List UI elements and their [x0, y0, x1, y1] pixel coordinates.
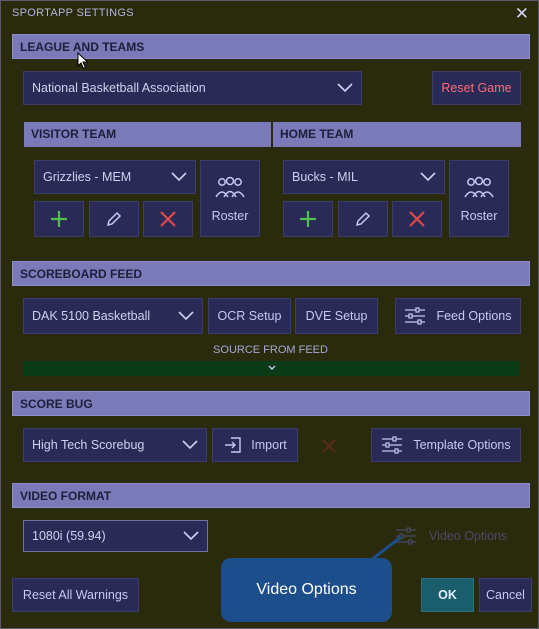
ok-button[interactable]: OK	[421, 578, 474, 612]
tooltip-text: Video Options	[256, 581, 357, 598]
feed-dropdown[interactable]: DAK 5100 Basketball	[23, 298, 203, 334]
chevron-down-icon	[420, 172, 436, 182]
home-team-dropdown[interactable]: Bucks - MIL	[283, 160, 445, 194]
video-options-button[interactable]: Video Options	[395, 525, 521, 547]
roster-icon	[464, 176, 494, 197]
feed-options-button[interactable]: Feed Options	[395, 298, 521, 334]
reset-all-warnings-button[interactable]: Reset All Warnings	[12, 578, 139, 612]
visitor-edit-button[interactable]	[89, 201, 139, 237]
window-title: SPORTAPP SETTINGS	[12, 7, 134, 19]
feed-options-label: Feed Options	[436, 309, 512, 323]
home-roster-label: Roster	[460, 208, 498, 223]
chevron-down-icon	[268, 365, 276, 370]
delete-x-icon	[160, 211, 176, 227]
home-team-value: Bucks - MIL	[292, 170, 358, 184]
ocr-setup-button[interactable]: OCR Setup	[208, 298, 291, 334]
league-dropdown[interactable]: National Basketball Association	[23, 71, 362, 105]
scorebug-dropdown-value: High Tech Scorebug	[32, 438, 145, 452]
reset-game-button[interactable]: Reset Game	[432, 71, 521, 105]
home-edit-button[interactable]	[338, 201, 388, 237]
video-options-label: Video Options	[429, 529, 508, 543]
mouse-cursor-icon	[77, 52, 89, 70]
visitor-add-button[interactable]	[34, 201, 84, 237]
video-format-dropdown[interactable]: 1080i (59.94)	[23, 520, 208, 552]
sliders-icon	[382, 436, 403, 454]
chevron-down-icon	[183, 531, 199, 541]
import-icon	[225, 437, 241, 453]
settings-window: SPORTAPP SETTINGS ✕ LEAGUE AND TEAMS Nat…	[0, 0, 539, 629]
section-score-bug: SCORE BUG	[12, 391, 530, 416]
import-button[interactable]: Import	[212, 428, 298, 462]
visitor-roster-button[interactable]: Roster	[200, 160, 260, 237]
chevron-down-icon	[337, 83, 353, 93]
dve-setup-button[interactable]: DVE Setup	[295, 298, 378, 334]
source-from-feed-label: SOURCE FROM FEED	[213, 344, 328, 356]
section-scoreboard-feed: SCOREBOARD FEED	[12, 261, 530, 286]
video-format-value: 1080i (59.94)	[32, 529, 106, 543]
pencil-icon	[355, 211, 371, 227]
plus-icon	[51, 211, 67, 227]
pencil-icon	[106, 211, 122, 227]
roster-icon	[215, 176, 245, 197]
scorebug-dropdown[interactable]: High Tech Scorebug	[23, 428, 207, 462]
home-add-button[interactable]	[283, 201, 333, 237]
plus-icon	[300, 211, 316, 227]
import-label: Import	[251, 438, 287, 452]
visitor-team-value: Grizzlies - MEM	[43, 170, 132, 184]
sliders-icon	[405, 307, 426, 325]
section-league-teams: LEAGUE AND TEAMS	[12, 34, 530, 59]
league-dropdown-value: National Basketball Association	[32, 81, 206, 95]
source-expander[interactable]	[23, 361, 519, 376]
chevron-down-icon	[182, 440, 198, 450]
chevron-down-icon	[178, 311, 194, 321]
delete-x-icon	[409, 211, 425, 227]
visitor-roster-label: Roster	[211, 208, 249, 223]
section-video-format: VIDEO FORMAT	[12, 483, 530, 508]
home-delete-button[interactable]	[392, 201, 442, 237]
visitor-delete-button[interactable]	[143, 201, 193, 237]
remove-scorebug-icon[interactable]	[321, 438, 337, 454]
cancel-button[interactable]: Cancel	[479, 578, 532, 612]
close-icon[interactable]: ✕	[515, 4, 529, 24]
template-options-button[interactable]: Template Options	[371, 428, 521, 462]
chevron-down-icon	[171, 172, 187, 182]
video-options-tooltip: Video Options	[221, 558, 392, 622]
feed-dropdown-value: DAK 5100 Basketball	[32, 309, 151, 323]
visitor-team-header: VISITOR TEAM	[24, 122, 271, 147]
home-team-header: HOME TEAM	[273, 122, 521, 147]
visitor-team-dropdown[interactable]: Grizzlies - MEM	[34, 160, 196, 194]
home-roster-button[interactable]: Roster	[449, 160, 509, 237]
template-options-label: Template Options	[413, 438, 511, 452]
